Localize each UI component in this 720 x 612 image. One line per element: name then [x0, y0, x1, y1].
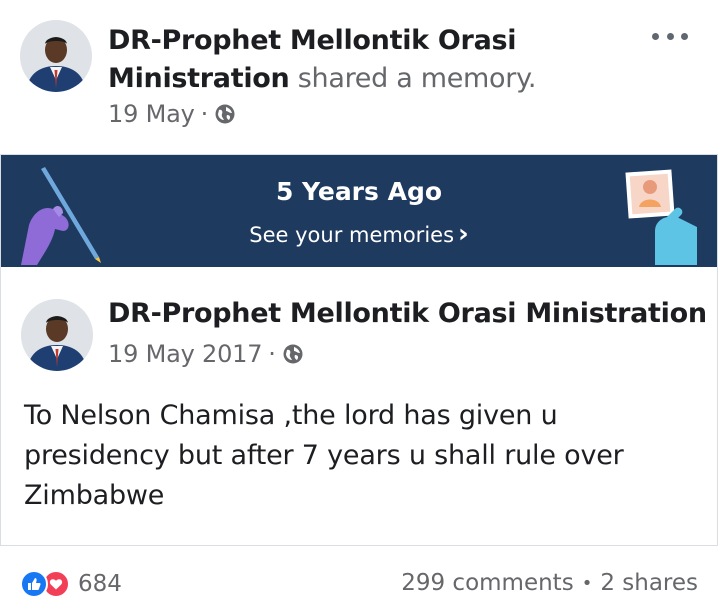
memory-banner-title: 5 Years Ago: [275, 177, 443, 206]
original-post-text: To Nelson Chamisa ,the lord has given u …: [24, 400, 624, 511]
chevron-right-icon: ›: [458, 219, 469, 249]
see-memories-link[interactable]: See your memories ›: [1, 219, 717, 249]
like-icon: [20, 570, 48, 598]
globe-icon: [283, 344, 303, 364]
original-post-date[interactable]: 19 May 2017: [108, 340, 262, 368]
comments-count-link[interactable]: 299 comments: [401, 570, 573, 596]
engagement-stats: 299 comments • 2 shares: [401, 570, 698, 596]
post-author-line: DR-Prophet Mellontik Orasi Ministration …: [108, 22, 648, 98]
author-avatar[interactable]: [20, 20, 92, 92]
original-post-meta: 19 May 2017 ·: [108, 340, 304, 368]
original-author-avatar[interactable]: [21, 299, 93, 371]
meta-separator: ·: [200, 100, 209, 128]
shares-count-link[interactable]: 2 shares: [600, 570, 698, 596]
see-memories-label: See your memories: [249, 223, 455, 247]
meta-separator: ·: [268, 340, 276, 368]
post-header: DR-Prophet Mellontik Orasi Ministration …: [0, 0, 720, 150]
engagement-bar: 684 299 comments • 2 shares: [0, 556, 720, 612]
post-action-text: shared a memory.: [297, 63, 537, 94]
original-author-name[interactable]: DR-Prophet Mellontik Orasi Ministration: [108, 298, 707, 329]
globe-icon: [215, 104, 235, 124]
post-meta: 19 May ·: [108, 100, 236, 128]
memory-banner[interactable]: 5 Years Ago See your memories ›: [1, 155, 717, 267]
reactions-summary[interactable]: 684: [20, 570, 122, 598]
reaction-count: 684: [78, 571, 122, 597]
stats-separator: •: [581, 572, 593, 594]
hand-with-photo-icon: [625, 169, 697, 265]
more-options-icon[interactable]: [652, 26, 688, 46]
post-date[interactable]: 19 May: [108, 100, 195, 128]
